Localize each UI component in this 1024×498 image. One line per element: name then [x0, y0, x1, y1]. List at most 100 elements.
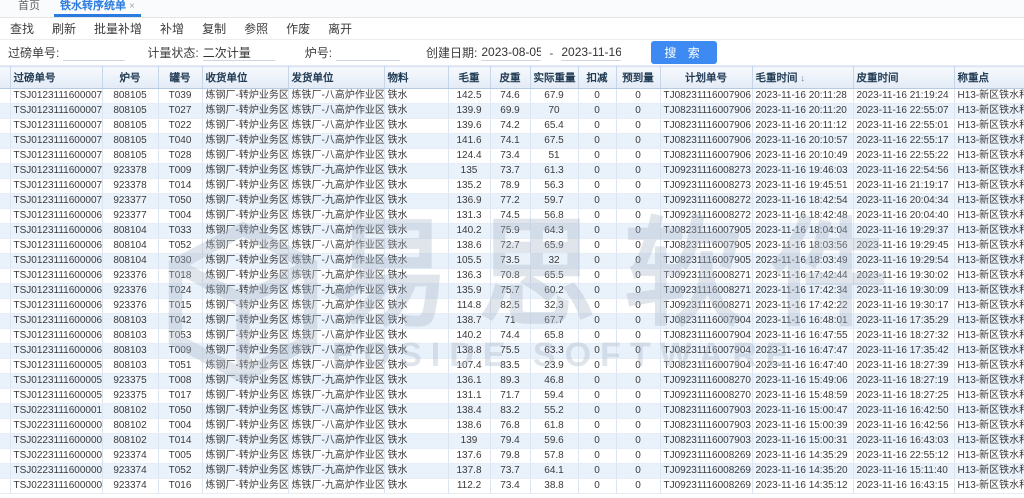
cell-net-weight: 63.3: [530, 344, 578, 359]
col-header-receiver[interactable]: 收货单位: [202, 67, 288, 89]
toolbar-button-void[interactable]: 作废: [286, 20, 310, 37]
table-row[interactable]: TSJ02231116000006923374T052炼钢厂-转炉业务区炼铁厂-…: [0, 464, 1024, 479]
table-row[interactable]: TSJ01231116000059808103T051炼钢厂-转炉业务区炼铁厂-…: [0, 359, 1024, 374]
toolbar-button-leave[interactable]: 离开: [328, 20, 352, 37]
cell-receiver: 炼钢厂-转炉业务区: [202, 419, 288, 434]
cell-net-weight: 56.3: [530, 179, 578, 194]
col-header-weigh-no[interactable]: 过磅单号: [10, 67, 102, 89]
table-row[interactable]: TSJ02231116000009808102T004炼钢厂-转炉业务区炼铁厂-…: [0, 419, 1024, 434]
search-button[interactable]: 搜 索: [651, 41, 716, 64]
cell-tare-weight: 74.4: [490, 329, 530, 344]
cell-plan-no: TJ09231116008271: [660, 299, 752, 314]
table-row[interactable]: TSJ01231116000053923375T017炼钢厂-转炉业务区炼铁厂-…: [0, 389, 1024, 404]
cell-gross-time: 2023-11-16 18:03:56: [752, 239, 853, 254]
table-row[interactable]: TSJ01231116000063923376T015炼钢厂-转炉业务区炼铁厂-…: [0, 299, 1024, 314]
table-row[interactable]: TSJ01231116000073808105T028炼钢厂-转炉业务区炼铁厂-…: [0, 149, 1024, 164]
cell-select: [0, 449, 10, 464]
close-icon[interactable]: ×: [129, 1, 135, 12]
cell-gross-time: 2023-11-16 19:45:51: [752, 179, 853, 194]
date-from-input[interactable]: [481, 45, 541, 61]
table-row[interactable]: TSJ01231116000074808105T040炼钢厂-转炉业务区炼铁厂-…: [0, 134, 1024, 149]
cell-select: [0, 104, 10, 119]
cell-gross-weight: 138.6: [448, 239, 490, 254]
cell-furnace-no: 808103: [102, 329, 158, 344]
cell-furnace-no: 808103: [102, 314, 158, 329]
table-row[interactable]: TSJ02231116000005923374T016炼钢厂-转炉业务区炼铁厂-…: [0, 479, 1024, 494]
toolbar-button-refresh[interactable]: 刷新: [52, 20, 76, 37]
table-row[interactable]: TSJ01231116000066808104T030炼钢厂-转炉业务区炼铁厂-…: [0, 254, 1024, 269]
table-row[interactable]: TSJ02231116000010808102T050炼钢厂-转炉业务区炼铁厂-…: [0, 404, 1024, 419]
table-row[interactable]: TSJ01231116000078808105T039炼钢厂-转炉业务区炼铁厂-…: [0, 89, 1024, 104]
col-header-sender[interactable]: 发货单位: [288, 67, 384, 89]
table-row[interactable]: TSJ01231116000067808104T052炼钢厂-转炉业务区炼铁厂-…: [0, 239, 1024, 254]
table-row[interactable]: TSJ01231116000070923377T050炼钢厂-转炉业务区炼铁厂-…: [0, 194, 1024, 209]
toolbar-button-find[interactable]: 查找: [10, 20, 34, 37]
col-header-deduction[interactable]: 扣减: [578, 67, 616, 89]
cell-plan-no: TJ09231116008271: [660, 269, 752, 284]
cell-gross-weight: 107.4: [448, 359, 490, 374]
col-header-gross-weight[interactable]: 毛重: [448, 67, 490, 89]
cell-material: 铁水: [384, 104, 448, 119]
col-header-net-weight[interactable]: 实际重量: [530, 67, 578, 89]
table-row[interactable]: TSJ01231116000064923376T024炼钢厂-转炉业务区炼铁厂-…: [0, 284, 1024, 299]
toolbar-button-copy[interactable]: 复制: [202, 20, 226, 37]
cell-deduction: 0: [578, 239, 616, 254]
col-header-tank-no[interactable]: 罐号: [158, 67, 202, 89]
cell-furnace-no: 923374: [102, 464, 158, 479]
cell-gross-weight: 124.4: [448, 149, 490, 164]
col-header-furnace-no[interactable]: 炉号: [102, 67, 158, 89]
cell-material: 铁水: [384, 239, 448, 254]
tab-0[interactable]: 首页: [8, 0, 50, 17]
cell-deduction: 0: [578, 419, 616, 434]
col-header-weigh-point[interactable]: 称重点: [954, 67, 1024, 89]
weigh-no-input[interactable]: [63, 45, 125, 61]
cell-receiver: 炼钢厂-转炉业务区: [202, 254, 288, 269]
table-row[interactable]: TSJ01231116000076808105T022炼钢厂-转炉业务区炼铁厂-…: [0, 119, 1024, 134]
table-row[interactable]: TSJ01231116000062808103T042炼钢厂-转炉业务区炼铁厂-…: [0, 314, 1024, 329]
table-row[interactable]: TSJ02231116000007923374T005炼钢厂-转炉业务区炼铁厂-…: [0, 449, 1024, 464]
table-row[interactable]: TSJ01231116000077808105T027炼钢厂-转炉业务区炼铁厂-…: [0, 104, 1024, 119]
table-row[interactable]: TSJ01231116000054923375T008炼钢厂-转炉业务区炼铁厂-…: [0, 374, 1024, 389]
col-header-tare-weight[interactable]: 皮重: [490, 67, 530, 89]
toolbar-button-reference[interactable]: 参照: [244, 20, 268, 37]
toolbar-button-add[interactable]: 补增: [160, 20, 184, 37]
cell-tare-weight: 71: [490, 314, 530, 329]
table-row[interactable]: TSJ01231116000072923378T009炼钢厂-转炉业务区炼铁厂-…: [0, 164, 1024, 179]
sort-desc-icon: ↓: [801, 73, 806, 83]
cell-plan-no: TJ08231116007903: [660, 419, 752, 434]
cell-material: 铁水: [384, 149, 448, 164]
date-to-input[interactable]: [561, 45, 621, 61]
col-header-expected[interactable]: 预到量: [616, 67, 660, 89]
cell-gross-time: 2023-11-16 15:49:06: [752, 374, 853, 389]
col-header-material[interactable]: 物料: [384, 67, 448, 89]
col-header-tare-time[interactable]: 皮重时间: [853, 67, 954, 89]
cell-gross-time: 2023-11-16 14:35:12: [752, 479, 853, 494]
cell-sender: 炼铁厂-九高炉作业区: [288, 464, 384, 479]
cell-weigh-no: TSJ01231116000063: [10, 299, 102, 314]
cell-furnace-no: 808102: [102, 419, 158, 434]
table-row[interactable]: TSJ01231116000061808103T053炼钢厂-转炉业务区炼铁厂-…: [0, 329, 1024, 344]
table-row[interactable]: TSJ02231116000008808102T014炼钢厂-转炉业务区炼铁厂-…: [0, 434, 1024, 449]
col-header-plan-no[interactable]: 计划单号: [660, 67, 752, 89]
table-row[interactable]: TSJ01231116000065923376T018炼钢厂-转炉业务区炼铁厂-…: [0, 269, 1024, 284]
table-row[interactable]: TSJ01231116000060808103T009炼钢厂-转炉业务区炼铁厂-…: [0, 344, 1024, 359]
cell-tare-time: 2023-11-16 20:04:34: [853, 194, 954, 209]
cell-weigh-no: TSJ01231116000067: [10, 239, 102, 254]
table-row[interactable]: TSJ01231116000069923377T004炼钢厂-转炉业务区炼铁厂-…: [0, 209, 1024, 224]
cell-furnace-no: 808105: [102, 134, 158, 149]
status-input[interactable]: [203, 45, 275, 61]
cell-select: [0, 254, 10, 269]
toolbar-button-batch-add[interactable]: 批量补增: [94, 20, 142, 37]
cell-receiver: 炼钢厂-转炉业务区: [202, 119, 288, 134]
cell-net-weight: 59.4: [530, 389, 578, 404]
table-row[interactable]: TSJ01231116000071923378T014炼钢厂-转炉业务区炼铁厂-…: [0, 179, 1024, 194]
tab-1[interactable]: 铁水转序统单×: [50, 0, 145, 17]
cell-expected: 0: [616, 329, 660, 344]
cell-sender: 炼铁厂-八高炉作业区: [288, 329, 384, 344]
furnace-input[interactable]: [336, 45, 400, 61]
col-header-gross-time[interactable]: 毛重时间↓: [752, 67, 853, 89]
cell-plan-no: TJ09231116008271: [660, 284, 752, 299]
cell-gross-time: 2023-11-16 18:03:49: [752, 254, 853, 269]
cell-deduction: 0: [578, 389, 616, 404]
table-row[interactable]: TSJ01231116000068808104T033炼钢厂-转炉业务区炼铁厂-…: [0, 224, 1024, 239]
